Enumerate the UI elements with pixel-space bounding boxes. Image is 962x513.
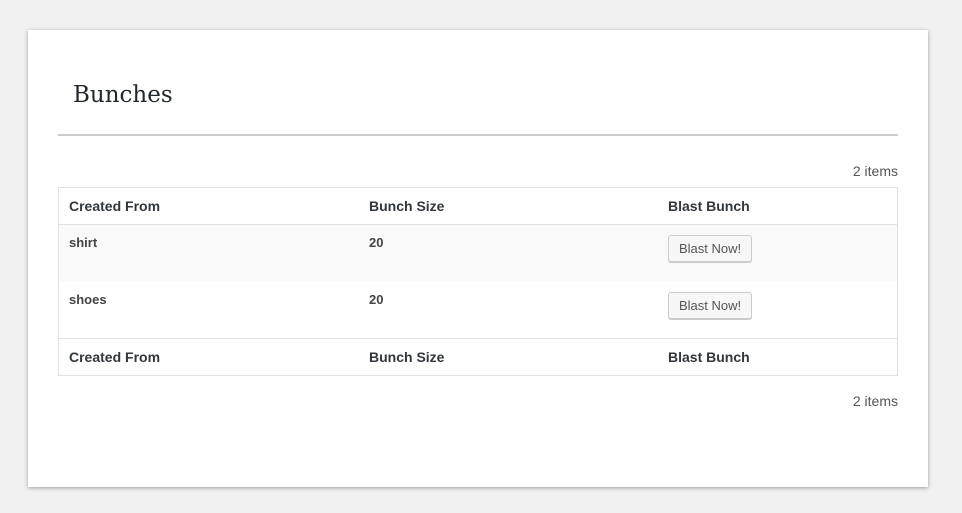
- page-title: Bunches: [73, 82, 173, 108]
- blast-now-button[interactable]: Blast Now!: [668, 291, 753, 319]
- table-footer-row: Created From Bunch Size Blast Bunch: [58, 338, 898, 376]
- title-divider: [58, 134, 898, 136]
- cell-created-from: shoes: [69, 291, 107, 307]
- table-row: shoes 20 Blast Now!: [59, 282, 898, 339]
- cell-blast-bunch: Blast Now!: [658, 224, 898, 282]
- column-header-bunch-size: Bunch Size: [359, 187, 658, 225]
- column-header-blast-bunch: Blast Bunch: [658, 187, 898, 225]
- cell-blast-bunch: Blast Now!: [658, 282, 898, 339]
- cell-bunch-size: 20: [359, 224, 658, 282]
- column-header-created-from: Created From: [58, 187, 359, 225]
- bunches-table: Created From Bunch Size Blast Bunch shir…: [58, 187, 898, 376]
- blast-now-button[interactable]: Blast Now!: [668, 235, 753, 262]
- column-footer-created-from: Created From: [58, 338, 359, 376]
- cell-bunch-size: 20: [369, 291, 384, 307]
- column-footer-blast-bunch: Blast Bunch: [658, 338, 898, 376]
- column-footer-bunch-size: Bunch Size: [359, 338, 658, 376]
- cell-created-from: shirt: [58, 224, 359, 282]
- item-count-bottom: 2 items: [852, 393, 898, 409]
- item-count-top: 2 items: [852, 163, 898, 179]
- table-row: shirt 20 Blast Now!: [58, 224, 898, 282]
- bunches-panel: Bunches 2 items Created From Bunch Size …: [28, 30, 928, 487]
- table-header-row: Created From Bunch Size Blast Bunch: [58, 187, 898, 225]
